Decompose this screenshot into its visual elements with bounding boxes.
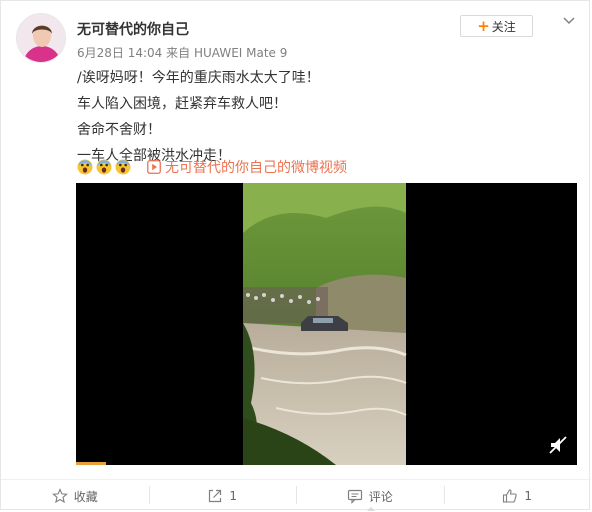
video-frame [243, 183, 407, 465]
thumbs-up-icon [503, 489, 518, 503]
username[interactable]: 无可替代的你自己 [77, 19, 189, 39]
post-text: /诶呀妈呀！今年的重庆雨水太大了哇！ 车人陷入困境，赶紧弃车救人吧！ 舍命不舍财… [77, 65, 320, 169]
shocked-face-icon [77, 159, 93, 175]
plus-icon: + [477, 16, 490, 35]
comment-label: 评论 [368, 489, 393, 504]
video-player[interactable] [76, 183, 577, 465]
shocked-face-icon [115, 159, 131, 175]
avatar-photo [17, 14, 65, 62]
video-progress-bar[interactable] [76, 462, 107, 465]
favorite-button[interactable]: 收藏 [1, 480, 149, 512]
follow-label: 关注 [491, 19, 516, 34]
source-device[interactable]: HUAWEI Mate 9 [194, 46, 287, 60]
post-date[interactable]: 6月28日 14:04 [77, 46, 162, 60]
action-bar: 收藏 1 评论 1 [1, 479, 591, 512]
video-link-label: 无可替代的你自己的微博视频 [165, 160, 347, 176]
post-text-line: /诶呀妈呀！今年的重庆雨水太大了哇！ [77, 70, 320, 86]
favorite-label: 收藏 [73, 489, 98, 504]
post-text-line: 车人陷入困境，赶紧弃车救人吧！ [77, 96, 287, 112]
comment-caret [367, 507, 375, 511]
like-button[interactable]: 1 [443, 480, 592, 512]
source-prefix: 来自 [166, 46, 191, 60]
mute-icon[interactable] [548, 435, 568, 455]
video-link[interactable]: 无可替代的你自己的微博视频 [147, 157, 347, 177]
avatar[interactable] [16, 13, 66, 63]
shocked-face-icon [96, 159, 112, 175]
weibo-post-card: 无可替代的你自己 6月28日 14:04 来自 HUAWEI Mate 9 + … [0, 0, 591, 512]
post-meta: 6月28日 14:04 来自 HUAWEI Mate 9 [77, 44, 287, 61]
emoji-row [77, 158, 134, 176]
video-play-icon [147, 160, 161, 174]
comment-icon [347, 489, 362, 504]
star-icon [51, 488, 68, 504]
post-text-line: 舍命不舍财！ [77, 122, 161, 138]
follow-button[interactable]: + 关注 [460, 15, 533, 37]
repost-button[interactable]: 1 [148, 480, 297, 512]
repost-count: 1 [229, 489, 238, 503]
like-count: 1 [524, 489, 533, 503]
repost-icon [209, 489, 222, 503]
chevron-down-icon[interactable] [561, 13, 577, 29]
